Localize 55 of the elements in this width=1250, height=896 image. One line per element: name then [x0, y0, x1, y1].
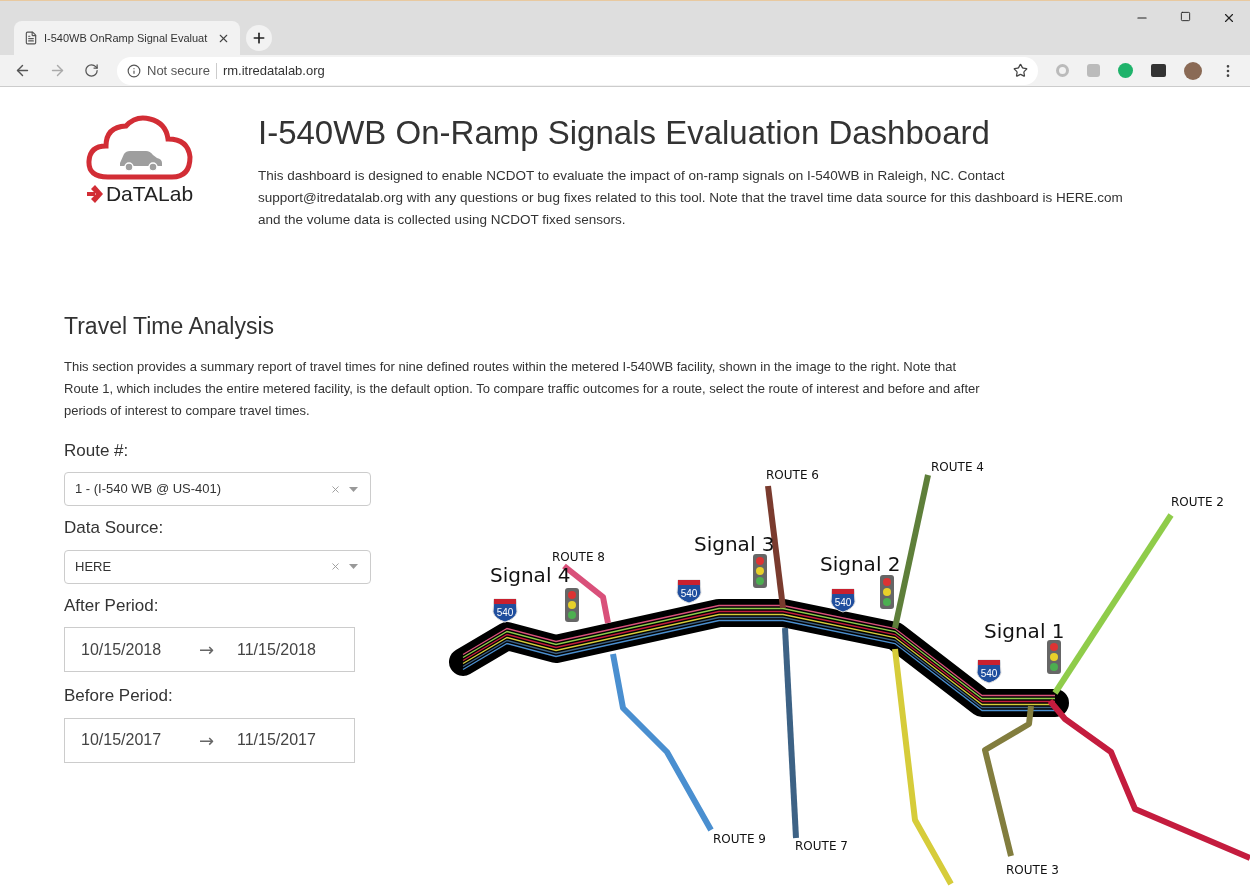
clear-icon[interactable]: [330, 483, 341, 495]
page-title: I-540WB On-Ramp Signals Evaluation Dashboard: [258, 113, 991, 153]
traffic-light-icon: [565, 587, 579, 622]
interstate-shield: 540: [830, 588, 856, 612]
address-bar[interactable]: Not secure rm.itredatalab.org: [117, 56, 1038, 85]
info-icon: [127, 63, 141, 78]
select-field[interactable]: 1 - (I-540 WB @ US-401): [64, 472, 371, 506]
arrow-logo-icon: [86, 184, 103, 203]
field-label: After Period:: [64, 594, 160, 617]
browser-tab[interactable]: I-540WB OnRamp Signal Evaluat: [14, 21, 240, 55]
page-icon: [24, 31, 38, 45]
route-label: ROUTE 9: [713, 831, 766, 846]
section-title: Travel Time Analysis: [64, 312, 276, 341]
route-label: ROUTE 4: [931, 459, 984, 474]
signal-label: Signal 3: [694, 531, 775, 556]
maximize-icon[interactable]: [1180, 11, 1191, 22]
close-icon[interactable]: [1222, 11, 1236, 25]
terminal-icon[interactable]: [1151, 64, 1166, 77]
interstate-shield: 540: [676, 579, 702, 603]
route-label: ROUTE 6: [766, 467, 819, 482]
route-label: ROUTE 8: [552, 549, 605, 564]
back-icon[interactable]: [14, 62, 31, 79]
field-label: Before Period:: [64, 685, 174, 707]
date-range-field[interactable]: 10/15/2017 → 11/15/2017: [64, 717, 355, 763]
field-label: Route #:: [64, 439, 130, 462]
route-label: ROUTE 3: [1006, 862, 1059, 877]
date-range-field[interactable]: 10/15/2018 → 11/15/2018: [64, 627, 355, 672]
arrow-text: →: [199, 728, 216, 753]
url-text: rm.itredatalab.org: [222, 61, 326, 80]
bookmark-star-icon[interactable]: [1013, 63, 1028, 78]
signal-label: Signal 2: [820, 551, 901, 576]
section-paragraph: This section provides a summary report of travel times for nine defined routes within the metered I-540WB facility, shown in the image to the right. Note that Route 1, which includes the entire metered facility, is the default option. To compare traffic outcomes for a route, select the route of interest and before and after periods of interest to compare travel times.: [64, 357, 981, 420]
caret-icon[interactable]: [349, 486, 358, 492]
tab-title: I-540WB OnRamp Signal Evaluat: [44, 30, 209, 46]
field-label: Data Source:: [64, 517, 165, 539]
route-label: ROUTE 7: [795, 838, 848, 853]
select-field[interactable]: HERE: [64, 549, 371, 584]
route-label: ROUTE 2: [1171, 494, 1224, 509]
arrow-text: →: [199, 638, 216, 662]
interstate-shield: 540: [976, 659, 1002, 683]
forward-icon[interactable]: [49, 62, 66, 79]
caret-icon[interactable]: [349, 564, 358, 569]
traffic-light-icon: [753, 553, 767, 588]
intro-paragraph: This dashboard is designed to enable NCDOT to evaluate the impact of on-ramp signals on I-540WB in Raleigh, NC. Contact support@itredatalab.org with any questions or bug fixes related to this tool. Note that the travel time data source for this dashboard is HERE.com and the volume data is collected using NCDOT fixed sensors.: [258, 167, 1124, 229]
logo-text: DaTALab: [105, 183, 194, 204]
signal-label: Signal 1: [984, 618, 1065, 643]
avatar-icon[interactable]: [1184, 61, 1202, 80]
traffic-light-icon: [880, 574, 894, 609]
traffic-light-icon: [1047, 639, 1061, 674]
clear-icon[interactable]: [330, 561, 341, 572]
interstate-shield: 540: [492, 598, 518, 622]
new-tab-icon[interactable]: [251, 30, 267, 46]
signal-label: Signal 4: [490, 562, 571, 587]
security-label: Not secure: [147, 61, 210, 80]
reload-icon[interactable]: [84, 63, 99, 78]
